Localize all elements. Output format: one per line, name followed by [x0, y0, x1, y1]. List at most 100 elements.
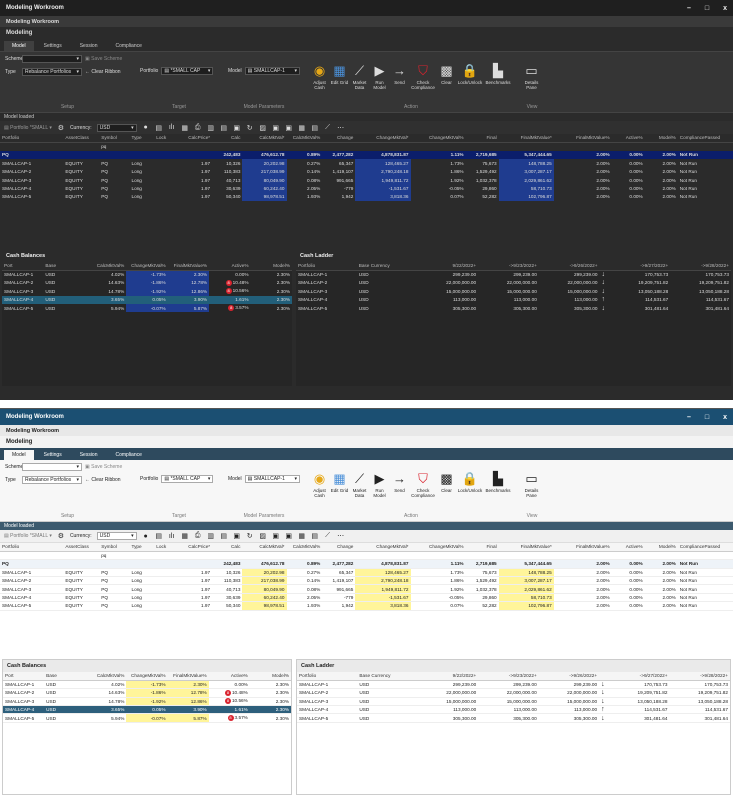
close-button[interactable]: x	[723, 414, 727, 421]
more-icon[interactable]: ⋯	[337, 124, 345, 132]
filter-cell[interactable]	[611, 551, 645, 561]
column-header[interactable]: AssetClass	[63, 543, 100, 552]
column-header[interactable]: CalcMktVal%	[85, 672, 127, 681]
tab-model[interactable]: Model	[4, 450, 34, 460]
filter-cell[interactable]	[322, 142, 355, 150]
expand-icon[interactable]: ▣	[272, 124, 280, 132]
view-icon[interactable]: ▦	[298, 124, 306, 132]
column-header[interactable]: CompliancePassed	[677, 134, 733, 143]
view-icon[interactable]: ▦	[298, 532, 306, 540]
column-header[interactable]: 9/22/2022+	[417, 672, 479, 681]
filter-cell[interactable]	[242, 142, 286, 150]
column-header[interactable]: Portfolio	[0, 134, 64, 143]
column-header[interactable]: AssetClass	[63, 134, 100, 143]
column-header[interactable]: ChangeMktVal%	[126, 672, 168, 681]
tab-settings[interactable]: Settings	[36, 41, 70, 51]
currency-select[interactable]: USD ▾	[96, 123, 137, 132]
columns-icon[interactable]: ▤	[220, 532, 228, 540]
column-header[interactable]: Model%	[644, 543, 678, 552]
column-header[interactable]: ChangeMktVal%	[410, 134, 466, 143]
column-header[interactable]: Active%	[208, 672, 250, 681]
filter-icon[interactable]: ▥	[207, 124, 215, 132]
filter-cell[interactable]	[242, 551, 287, 561]
model-select[interactable]: ▤ SMALLCAP-1 ▾	[244, 475, 300, 483]
minimize-button[interactable]: –	[687, 414, 691, 421]
column-header[interactable]: Portfolio	[297, 672, 358, 681]
portfolio-filter[interactable]: ▤ Portfolio *SMALL ▾	[4, 533, 52, 539]
export-icon[interactable]: ▨	[259, 124, 267, 132]
tab-compliance[interactable]: Compliance	[108, 41, 150, 51]
clear-button[interactable]: ▩ Clear	[437, 470, 456, 518]
filter-icon[interactable]: ▥	[207, 532, 215, 540]
column-header[interactable]: Model%	[249, 672, 291, 681]
filter-cell[interactable]	[355, 551, 411, 561]
type-select[interactable]: Rebalance Portfolios ▾	[22, 68, 82, 76]
expand-icon[interactable]: ▣	[272, 532, 280, 540]
column-header[interactable]: ChangeMktVal%	[410, 543, 466, 552]
filter-cell[interactable]: pq	[99, 142, 129, 150]
column-header[interactable]: ->9/27/2022+	[609, 262, 671, 271]
column-header[interactable]: Port	[2, 262, 44, 271]
column-header[interactable]: ->9/26/2022+	[538, 672, 600, 681]
column-header[interactable]: ChangeMktVal%	[126, 262, 168, 271]
filter-cell[interactable]	[212, 142, 242, 150]
more-icon[interactable]: ⋯	[337, 532, 345, 540]
column-header[interactable]: CalcMktVal*	[242, 543, 287, 552]
portfolio-select[interactable]: ▤ *SMALL CAP ▾	[161, 475, 214, 483]
portfolio-filter[interactable]: ▤ Portfolio *SMALL ▾	[4, 125, 52, 131]
table-row[interactable]: SMALLCAP-4 EQUITY PQ Long 1.97 30,639 60,242.4…	[0, 593, 733, 603]
column-header[interactable]	[599, 672, 610, 681]
print-icon[interactable]: ⎙	[194, 532, 202, 540]
model-select[interactable]: ▤ SMALLCAP-1 ▾	[244, 67, 300, 75]
maximize-button[interactable]: □	[705, 5, 709, 12]
refresh-icon[interactable]: ↻	[246, 532, 254, 540]
filter-cell[interactable]	[0, 142, 63, 150]
filter-cell[interactable]	[129, 142, 154, 150]
run-model-button[interactable]: ▶ Run Model	[370, 62, 389, 109]
column-header[interactable]: Portfolio	[296, 262, 357, 271]
close-button[interactable]: x	[723, 5, 727, 12]
column-header[interactable]: Active%	[209, 262, 251, 271]
filter-cell[interactable]	[553, 551, 612, 561]
column-header[interactable]: ->9/23/2022+	[478, 672, 539, 681]
gear-icon[interactable]: ⚙	[57, 124, 65, 132]
table-row[interactable]: SMALLCAP-3 EQUITY PQ Long 1.97 40,713 80,049.9…	[0, 584, 733, 594]
column-header[interactable]: Final	[465, 134, 499, 143]
scheme-select[interactable]: ▾	[22, 55, 82, 63]
column-header[interactable]: Symbol	[99, 543, 130, 552]
column-header[interactable]: CalcPrice*	[173, 134, 213, 143]
clear-ribbon-button[interactable]: ← Clear Ribbon	[85, 477, 121, 483]
save-scheme-button[interactable]: ▣ Save Scheme	[85, 464, 122, 470]
column-header[interactable]: Lock	[154, 543, 174, 552]
currency-select[interactable]: USD ▾	[96, 532, 137, 540]
column-header[interactable]: Calc	[212, 543, 243, 552]
grid-icon[interactable]: ▦	[181, 532, 189, 540]
filter-cell[interactable]	[174, 142, 213, 150]
minimize-button[interactable]: –	[687, 5, 691, 12]
filter-cell[interactable]	[173, 551, 213, 561]
gear-icon[interactable]: ⚙	[57, 532, 65, 540]
filter-cell[interactable]	[499, 142, 554, 150]
market-data-button[interactable]: ⟋ Market Data	[350, 62, 369, 109]
info-icon[interactable]: ●	[142, 124, 150, 132]
column-header[interactable]: Lock	[154, 134, 174, 143]
column-header[interactable]: ->9/26/2022+	[538, 262, 600, 271]
column-header[interactable]: Port	[3, 672, 45, 681]
column-header[interactable]: Base	[44, 672, 86, 681]
column-header[interactable]: FinalMktValue*	[498, 543, 554, 552]
tab-settings[interactable]: Settings	[36, 450, 70, 460]
column-header[interactable]: Type	[129, 134, 155, 143]
column-header[interactable]: Model%	[250, 262, 292, 271]
adjust-cash-button[interactable]: ◉ Adjust Cash	[310, 62, 329, 109]
tab-session[interactable]: Session	[72, 41, 106, 51]
table-row[interactable]: PQ 242,483 476,612.78 0.89% 2,477,282 4,878,8…	[0, 559, 733, 569]
table-row[interactable]: SMALLCAP-4 USD 3.65% 0.05% 3.90% 1.61% 2.30%	[3, 705, 291, 715]
clear-button[interactable]: ▩ Clear	[437, 62, 456, 109]
filter-cell[interactable]	[677, 551, 733, 561]
filter-cell[interactable]	[355, 142, 410, 150]
filter-cell[interactable]	[0, 551, 64, 561]
column-header[interactable]: CompliancePassed	[677, 543, 733, 552]
save-scheme-button[interactable]: ▣ Save Scheme	[85, 56, 122, 62]
column-header[interactable]: Change	[322, 543, 356, 552]
send-button[interactable]: → Send	[390, 62, 409, 109]
